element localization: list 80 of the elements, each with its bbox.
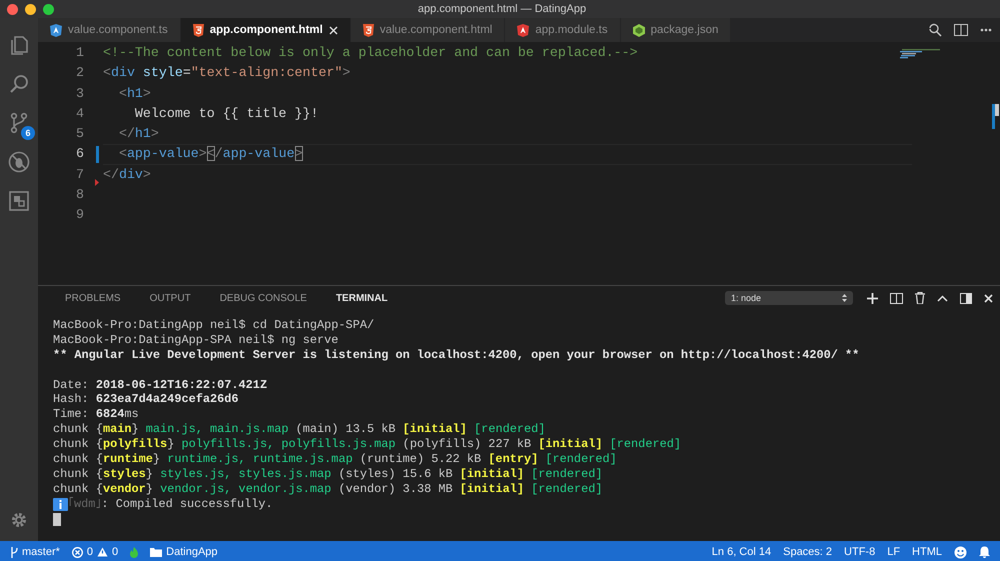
code-line: <div style="text-align:center">: [103, 65, 350, 80]
editor-tab[interactable]: package.json: [620, 18, 732, 42]
line-number: 3: [76, 86, 84, 101]
terminal-line: Hash: 623ea7d4a249cefa26d6: [53, 392, 239, 408]
angular-icon[interactable]: [517, 24, 530, 36]
minimize-window-button[interactable]: [25, 4, 36, 14]
line-number: 1: [76, 45, 84, 60]
code-line: </h1>: [118, 126, 159, 142]
line-number: 7: [76, 166, 84, 182]
settings-icon[interactable]: [10, 511, 28, 529]
sort-arrows-icon: [842, 294, 847, 302]
terminal-line: chunk {styles} styles.js, styles.js.map (styles) 15.6 kB [initial] [rendered]: [53, 466, 603, 482]
angular-icon[interactable]: [50, 24, 62, 36]
close-icon[interactable]: [328, 26, 338, 34]
encoding-indicator[interactable]: UTF-8: [844, 546, 876, 558]
editor-tab[interactable]: value.component.ts: [38, 18, 181, 42]
terminal-line: Time: 6824ms: [53, 407, 139, 422]
code-line: <h1>: [118, 86, 151, 101]
folder-icon[interactable]: [150, 547, 162, 557]
smiley-icon[interactable]: [954, 546, 967, 558]
split-editor-icon[interactable]: [954, 24, 968, 36]
terminal-line: chunk {vendor} vendor.js, vendor.js.map (vendor) 3.38 MB [initial] [rendered]: [53, 482, 603, 497]
editor-tab[interactable]: app.component.html: [180, 18, 351, 42]
editor-tab[interactable]: app.module.ts: [505, 18, 621, 42]
html-icon[interactable]: [362, 24, 374, 36]
cursor-position[interactable]: Ln 6, Col 14: [712, 546, 772, 558]
open-changes-icon[interactable]: [928, 23, 942, 37]
code-line: <!--The content below is only a placeholder and can be replaced.-->: [103, 45, 638, 60]
count-badge: 6: [21, 126, 35, 140]
files-icon[interactable]: [8, 34, 30, 56]
branch-icon[interactable]: [10, 546, 18, 558]
folder-indicator[interactable]: DatingApp: [150, 546, 218, 558]
terminal-line: chunk {runtime} runtime.js, runtime.js.map (runtime) 5.22 kB [entry] [rendered]: [53, 452, 617, 467]
close-icon[interactable]: [984, 294, 993, 302]
line-number: 8: [76, 187, 84, 202]
modified-marker: [96, 146, 99, 164]
indentation-indicator[interactable]: Spaces: 2: [783, 546, 832, 558]
line-number: 4: [76, 106, 84, 121]
language-indicator[interactable]: HTML: [912, 546, 942, 558]
terminal-line: Date: 2018-06-12T16:22:07.421Z: [53, 378, 268, 392]
bell-icon[interactable]: [979, 546, 990, 558]
code-line: Welcome to {{ title }}!: [134, 106, 318, 121]
problems-indicator[interactable]: 0 0: [72, 546, 118, 558]
terminal-line: MacBook-Pro:DatingApp-SPA neil$ ng serve: [53, 332, 338, 348]
editor-tab[interactable]: value.component.html: [350, 18, 506, 42]
split-terminal-icon[interactable]: [890, 292, 903, 304]
hexagon-icon[interactable]: [632, 24, 645, 36]
code-line: </div>: [103, 166, 151, 182]
branch-indicator[interactable]: master*: [10, 546, 60, 558]
search-icon[interactable]: [8, 73, 30, 95]
zoom-window-button[interactable]: [43, 4, 54, 14]
maximize-panel-icon[interactable]: [960, 292, 972, 304]
panel-tab[interactable]: PROBLEMS: [65, 287, 121, 309]
trash-icon[interactable]: [915, 292, 925, 304]
terminal-line: ** Angular Live Development Server is listening on localhost:4200, open your browser on http://localhost:4200/ **: [53, 348, 860, 363]
chevron-up-icon[interactable]: [937, 294, 948, 302]
line-number: 5: [76, 126, 84, 142]
window-title: app.component.html — DatingApp: [416, 3, 588, 15]
line-number: 6: [76, 146, 84, 162]
close-window-button[interactable]: [7, 4, 18, 14]
no-bug-icon[interactable]: [8, 151, 30, 173]
terminal-line: chunk {polyfills} polyfills.js, polyfills.js.map (polyfills) 227 kB [initial] [rendered]: [53, 437, 681, 452]
more-icon[interactable]: [980, 28, 992, 32]
html-icon[interactable]: [192, 24, 204, 36]
info-icon[interactable]: [53, 498, 68, 511]
terminal-select[interactable]: 1: node: [725, 291, 853, 305]
line-number: 2: [76, 65, 84, 80]
error-icon[interactable]: [72, 546, 83, 558]
terminal-cursor: [53, 512, 61, 526]
extensions-icon[interactable]: [8, 190, 30, 212]
panel-tab[interactable]: TERMINAL: [336, 287, 388, 309]
line-number: 9: [76, 207, 84, 222]
terminal-line: chunk {main} main.js, main.js.map (main) 13.5 kB [initial] [rendered]: [53, 422, 546, 438]
terminal-line: ｢wdm｣: Compiled successfully.: [68, 496, 273, 512]
warning-icon[interactable]: [97, 547, 108, 557]
panel-tab[interactable]: DEBUG CONSOLE: [220, 287, 307, 309]
panel-tab[interactable]: OUTPUT: [150, 287, 191, 309]
line-ending-indicator[interactable]: LF: [887, 546, 900, 558]
terminal-line: MacBook-Pro:DatingApp neil$ cd DatingApp-SPA/: [53, 318, 374, 333]
plus-icon[interactable]: [867, 292, 878, 304]
